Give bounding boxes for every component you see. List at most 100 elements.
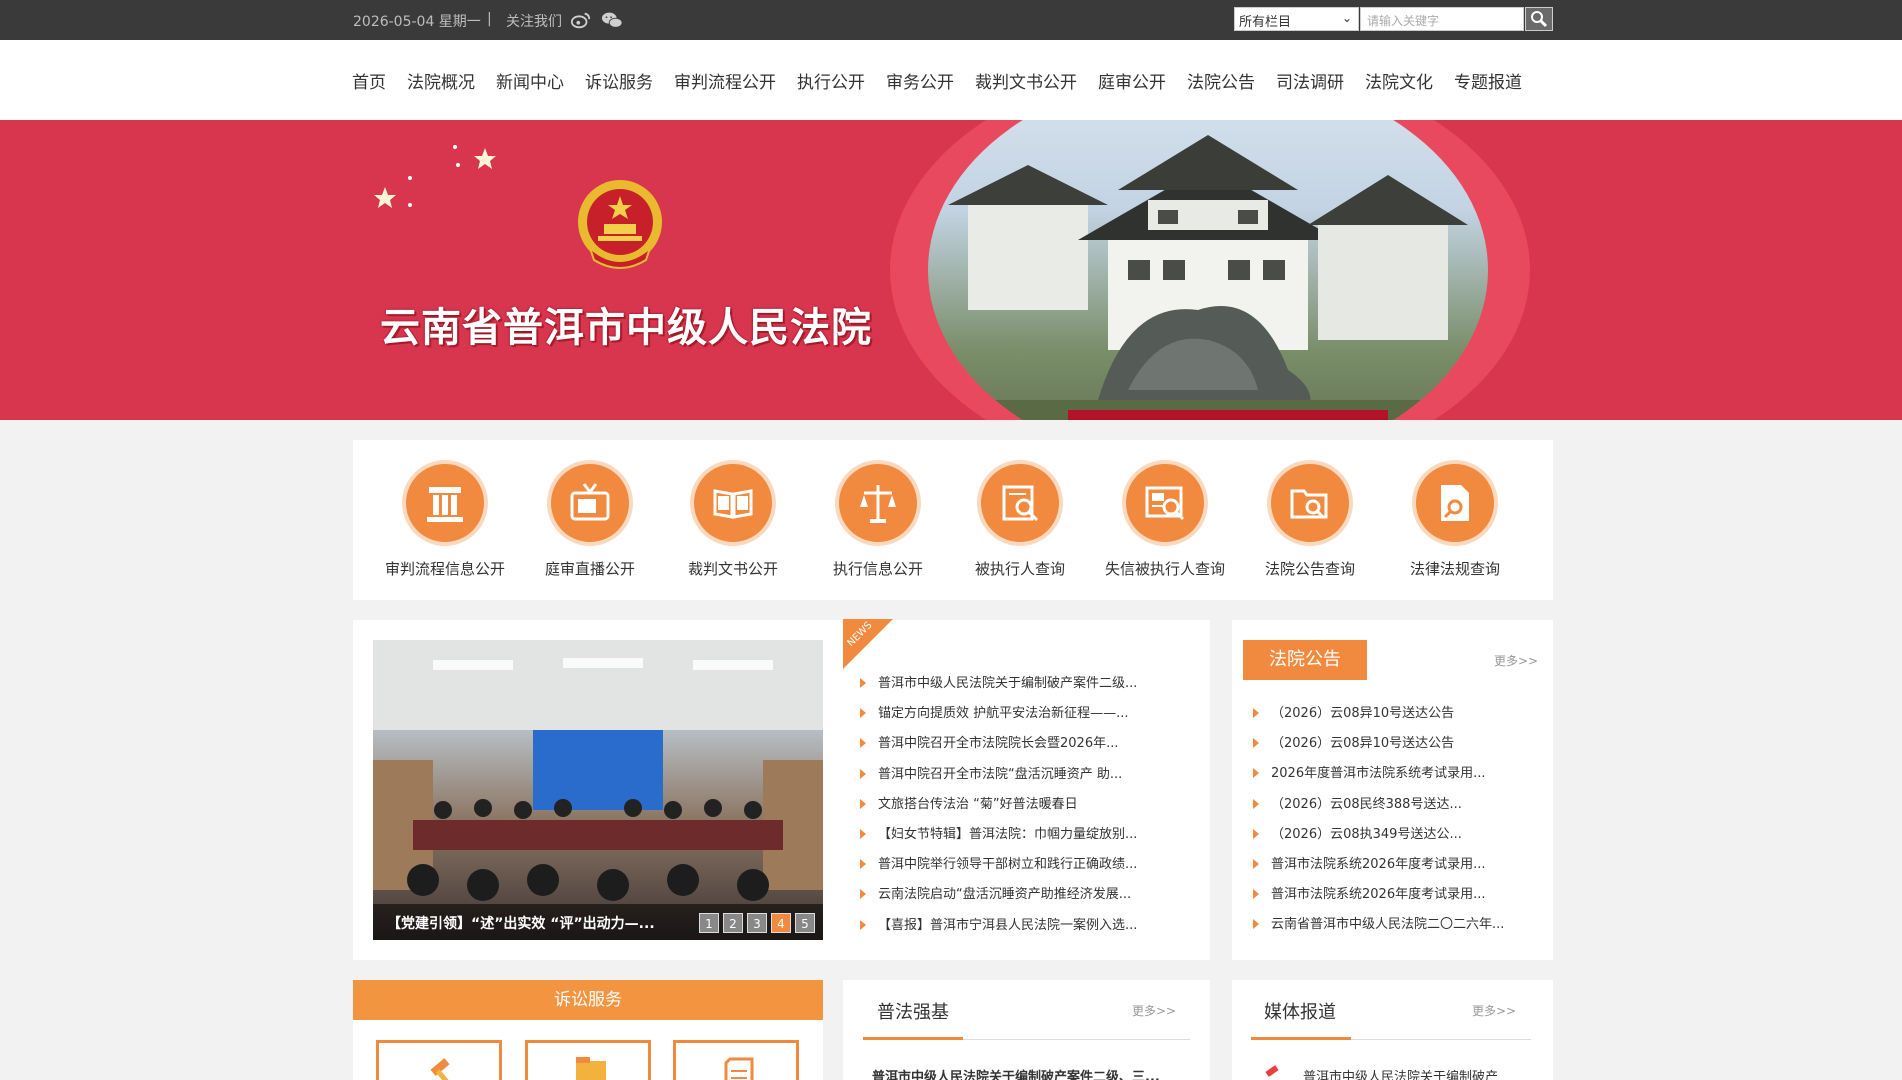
nav-item-special[interactable]: 专题报道	[1454, 68, 1522, 93]
quick-link-live-hearing[interactable]: 庭审直播公开	[520, 460, 660, 579]
quick-link-execution[interactable]: 执行信息公开	[808, 460, 948, 579]
top-bar: 2026-05-04 星期一 | 关注我们 所有栏目 ⌄ 请输入关键字	[0, 0, 1902, 40]
news-photo-caption-bar: 【党建引领】“述”出实效 “评”出动力—... 1 2 3 4 5	[373, 904, 823, 940]
news-search-icon	[1122, 460, 1208, 546]
pager-dot[interactable]: 5	[795, 913, 815, 933]
national-emblem-icon	[578, 180, 662, 269]
pager-dot[interactable]: 2	[723, 913, 743, 933]
news-list: 普洱市中级人民法院关于编制破产案件二级... 锚定方向提质效 护航平安法治新征程…	[858, 672, 1137, 944]
pillar-icon	[402, 460, 488, 546]
quick-link-trial-process[interactable]: 审判流程信息公开	[375, 460, 515, 579]
news-photo[interactable]: 【党建引领】“述”出实效 “评”出动力—... 1 2 3 4 5	[373, 640, 823, 940]
search-input[interactable]: 请输入关键字	[1360, 7, 1524, 31]
notice-more-link[interactable]: 更多>>	[1494, 652, 1538, 669]
news-item[interactable]: 【妇女节特辑】普洱法院：巾帼力量绽放别...	[858, 823, 1137, 853]
nav-item-research[interactable]: 司法调研	[1276, 68, 1344, 93]
main-nav: 首页 法院概况 新闻中心 诉讼服务 审判流程公开 执行公开 审务公开 裁判文书公…	[0, 40, 1902, 120]
litigation-title: 诉讼服务	[353, 980, 823, 1020]
news-item[interactable]: 普洱中院举行领导干部树立和践行正确政绩...	[858, 853, 1137, 883]
pufa-title: 普法强基	[877, 1002, 949, 1023]
nav-item-hearings[interactable]: 庭审公开	[1098, 68, 1166, 93]
document-service-button[interactable]	[525, 1040, 651, 1080]
folder-search-icon	[1267, 460, 1353, 546]
quick-link-label: 庭审直播公开	[544, 560, 635, 578]
scales-icon	[835, 460, 921, 546]
news-item[interactable]: 【喜报】普洱市宁洱县人民法院一案例入选...	[858, 914, 1137, 944]
pufa-panel	[843, 980, 1210, 1080]
quick-link-law-search[interactable]: 法律法规查询	[1385, 460, 1525, 579]
pager-dot-active[interactable]: 4	[771, 913, 791, 933]
news-item[interactable]: 普洱中院召开全市法院“盘活沉睡资产 助...	[858, 763, 1137, 793]
nav-item-notices[interactable]: 法院公告	[1187, 68, 1255, 93]
notice-item[interactable]: （2026）云08异10号送达公告	[1251, 732, 1504, 762]
pufa-first-item[interactable]: 普洱市中级人民法院关于编制破产案件二级、三...	[872, 1066, 1160, 1080]
notice-list: （2026）云08异10号送达公告 （2026）云08异10号送达公告 2026…	[1251, 702, 1504, 944]
note-icon	[724, 1057, 754, 1080]
news-corner-tag: NEWS	[843, 619, 893, 669]
quick-link-label: 法院公告查询	[1264, 560, 1355, 578]
nav-item-news[interactable]: 新闻中心	[496, 68, 564, 93]
news-item[interactable]: 文旅搭台传法治 “菊”好普法暖春日	[858, 793, 1137, 823]
notice-item[interactable]: 云南省普洱市中级人民法院二〇二六年...	[1251, 913, 1504, 943]
pufa-more-link[interactable]: 更多>>	[1132, 1002, 1176, 1019]
news-photo-caption: 【党建引领】“述”出实效 “评”出动力—...	[387, 916, 655, 932]
notice-item[interactable]: 普洱市法院系统2026年度考试录用...	[1251, 853, 1504, 883]
stars-decoration-icon	[374, 145, 496, 208]
quick-link-label: 执行信息公开	[832, 560, 923, 578]
top-separator: |	[487, 11, 492, 27]
quick-link-label: 法律法规查询	[1409, 560, 1500, 578]
news-item[interactable]: 云南法院启动“盘活沉睡资产助推经济发展...	[858, 883, 1137, 913]
tv-icon	[547, 460, 633, 546]
form-service-button[interactable]	[673, 1040, 799, 1080]
nav-item-trial-process[interactable]: 审判流程公开	[674, 68, 776, 93]
nav-item-judgments[interactable]: 裁判文书公开	[975, 68, 1077, 93]
follow-us-label: 关注我们	[506, 14, 562, 30]
gavel-service-button[interactable]	[376, 1040, 502, 1080]
nav-item-affairs[interactable]: 审务公开	[886, 68, 954, 93]
chevron-down-icon: ⌄	[1341, 11, 1352, 25]
news-item[interactable]: 锚定方向提质效 护航平安法治新征程——...	[858, 702, 1137, 732]
notice-item[interactable]: （2026）云08民终388号送达...	[1251, 793, 1504, 823]
notice-item[interactable]: 2026年度普洱市法院系统考试录用...	[1251, 762, 1504, 792]
nav-item-home[interactable]: 首页	[352, 68, 386, 93]
folder-icon	[576, 1057, 606, 1080]
search-scope-select[interactable]: 所有栏目 ⌄	[1234, 7, 1359, 31]
nav-item-litigation[interactable]: 诉讼服务	[585, 68, 653, 93]
quick-link-dishonest-search[interactable]: 失信被执行人查询	[1095, 460, 1235, 579]
pager-dot[interactable]: 3	[747, 913, 767, 933]
quick-link-executee-search[interactable]: 被执行人查询	[950, 460, 1090, 579]
notice-item[interactable]: 普洱市法院系统2026年度考试录用...	[1251, 883, 1504, 913]
quick-link-notice-search[interactable]: 法院公告查询	[1240, 460, 1380, 579]
quick-link-judgments[interactable]: 裁判文书公开	[663, 460, 803, 579]
file-search-icon	[1412, 460, 1498, 546]
gavel-icon	[430, 1058, 452, 1080]
pencil-icon	[1265, 1065, 1279, 1077]
news-item[interactable]: 普洱中院召开全市法院院长会暨2026年...	[858, 732, 1137, 762]
pager-dot[interactable]: 1	[699, 913, 719, 933]
media-title: 媒体报道	[1264, 1002, 1336, 1023]
nav-item-culture[interactable]: 法院文化	[1365, 68, 1433, 93]
carousel-pager: 1 2 3 4 5	[695, 913, 815, 933]
court-title: 云南省普洱市中级人民法院	[380, 304, 872, 351]
nav-item-execution[interactable]: 执行公开	[797, 68, 865, 93]
document-search-icon	[977, 460, 1063, 546]
wechat-icon[interactable]	[601, 10, 623, 30]
media-underline	[1251, 1037, 1351, 1040]
search-button[interactable]	[1525, 7, 1553, 31]
notice-title: 法院公告	[1243, 640, 1367, 680]
notice-item[interactable]: （2026）云08异10号送达公告	[1251, 702, 1504, 732]
news-item[interactable]: 普洱市中级人民法院关于编制破产案件二级...	[858, 672, 1137, 702]
weibo-icon[interactable]	[570, 10, 592, 30]
nav-item-overview[interactable]: 法院概况	[407, 68, 475, 93]
banner: 云南省普洱市中级人民法院	[0, 120, 1902, 420]
media-more-link[interactable]: 更多>>	[1472, 1002, 1516, 1019]
search-scope-value: 所有栏目	[1239, 15, 1292, 30]
quick-link-label: 裁判文书公开	[687, 560, 778, 578]
quick-link-label: 失信被执行人查询	[1104, 560, 1225, 578]
quick-link-label: 审判流程信息公开	[384, 560, 505, 578]
magnifier-icon	[1531, 11, 1548, 28]
notice-item[interactable]: （2026）云08执349号送达公...	[1251, 823, 1504, 853]
media-first-item[interactable]: 普洱市中级人民法院关于编制破产	[1303, 1066, 1498, 1080]
current-date: 2026-05-04 星期一	[353, 14, 481, 30]
book-icon	[690, 460, 776, 546]
